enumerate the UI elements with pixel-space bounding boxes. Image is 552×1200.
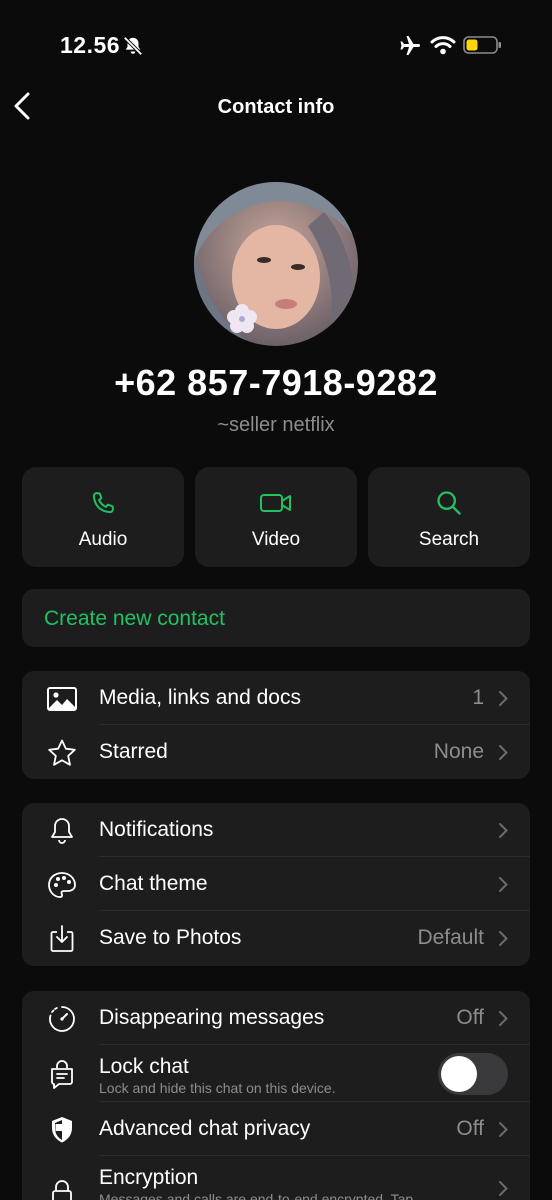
timer-icon — [46, 1004, 78, 1034]
chevron-right-icon — [498, 1010, 508, 1032]
chevron-right-icon — [498, 690, 508, 712]
action-buttons: Audio Video Search — [22, 467, 530, 567]
disappearing-value: Off — [456, 1006, 484, 1029]
video-icon — [259, 489, 293, 522]
chevron-right-icon — [498, 1180, 508, 1200]
lock-chat-label: Lock chat — [99, 1055, 189, 1078]
starred-value: None — [433, 740, 484, 763]
notifications-label: Notifications — [99, 818, 214, 841]
lock-icon — [46, 1178, 78, 1200]
media-label: Media, links and docs — [99, 686, 301, 709]
save-to-photos-row[interactable]: Save to Photos Default — [22, 911, 530, 965]
privacy-group: Disappearing messages Off Lock chat Lock… — [22, 991, 530, 1200]
media-links-docs-row[interactable]: Media, links and docs 1 — [22, 671, 530, 725]
avatar[interactable] — [194, 182, 358, 346]
starred-label: Starred — [99, 740, 168, 763]
phone-icon — [89, 489, 117, 522]
search-label: Search — [418, 529, 480, 550]
advanced-chat-privacy-row[interactable]: Advanced chat privacy Off — [22, 1102, 530, 1156]
chevron-right-icon — [498, 1121, 508, 1143]
chevron-right-icon — [498, 822, 508, 844]
navigation-bar: Contact info — [0, 80, 552, 136]
lock-chat-toggle[interactable] — [438, 1053, 508, 1095]
battery-icon — [463, 35, 503, 60]
encryption-row[interactable]: Encryption Messages and calls are end-to… — [22, 1156, 530, 1200]
save-to-photos-label: Save to Photos — [99, 926, 242, 949]
bell-icon — [46, 816, 78, 846]
audio-call-button[interactable]: Audio — [22, 467, 184, 567]
contact-name: ~seller netflix — [217, 414, 335, 436]
contact-phone-number: +62 857-7918-9282 — [114, 362, 438, 403]
search-button[interactable]: Search — [368, 467, 530, 567]
bell-off-icon — [122, 35, 144, 62]
search-icon — [435, 489, 463, 522]
wifi-icon — [430, 34, 456, 61]
lock-chat-icon — [46, 1059, 78, 1089]
advanced-privacy-label: Advanced chat privacy — [99, 1117, 311, 1140]
chevron-right-icon — [498, 930, 508, 952]
shield-icon — [46, 1115, 78, 1145]
media-starred-group: Media, links and docs 1 Starred None — [22, 671, 530, 779]
settings-group: Notifications Chat theme Save to Photos … — [22, 803, 530, 966]
video-call-button[interactable]: Video — [195, 467, 357, 567]
encryption-description: Messages and calls are end-to-end encryp… — [99, 1191, 414, 1200]
video-label: Video — [251, 529, 301, 550]
star-icon — [46, 738, 78, 768]
media-count: 1 — [472, 686, 484, 709]
create-new-contact-button[interactable]: Create new contact — [22, 589, 530, 647]
chevron-right-icon — [498, 876, 508, 898]
toggle-knob — [441, 1056, 477, 1092]
status-time: 12.56 — [60, 32, 121, 58]
chat-theme-label: Chat theme — [99, 872, 208, 895]
encryption-label: Encryption — [99, 1166, 199, 1189]
disappearing-label: Disappearing messages — [99, 1006, 325, 1029]
download-icon — [46, 924, 78, 954]
advanced-privacy-value: Off — [456, 1117, 484, 1140]
notifications-row[interactable]: Notifications — [22, 803, 530, 857]
status-bar: 12.56 — [0, 0, 552, 90]
save-to-photos-value: Default — [417, 926, 484, 949]
chat-theme-row[interactable]: Chat theme — [22, 857, 530, 911]
lock-chat-description: Lock and hide this chat on this device. — [99, 1080, 336, 1096]
airplane-icon — [398, 34, 422, 63]
palette-icon — [46, 870, 78, 900]
chevron-right-icon — [498, 744, 508, 766]
audio-label: Audio — [78, 529, 128, 550]
page-title: Contact info — [217, 96, 335, 118]
image-icon — [46, 684, 78, 714]
disappearing-messages-row[interactable]: Disappearing messages Off — [22, 991, 530, 1045]
starred-row[interactable]: Starred None — [22, 725, 530, 779]
lock-chat-row: Lock chat Lock and hide this chat on thi… — [22, 1045, 530, 1102]
